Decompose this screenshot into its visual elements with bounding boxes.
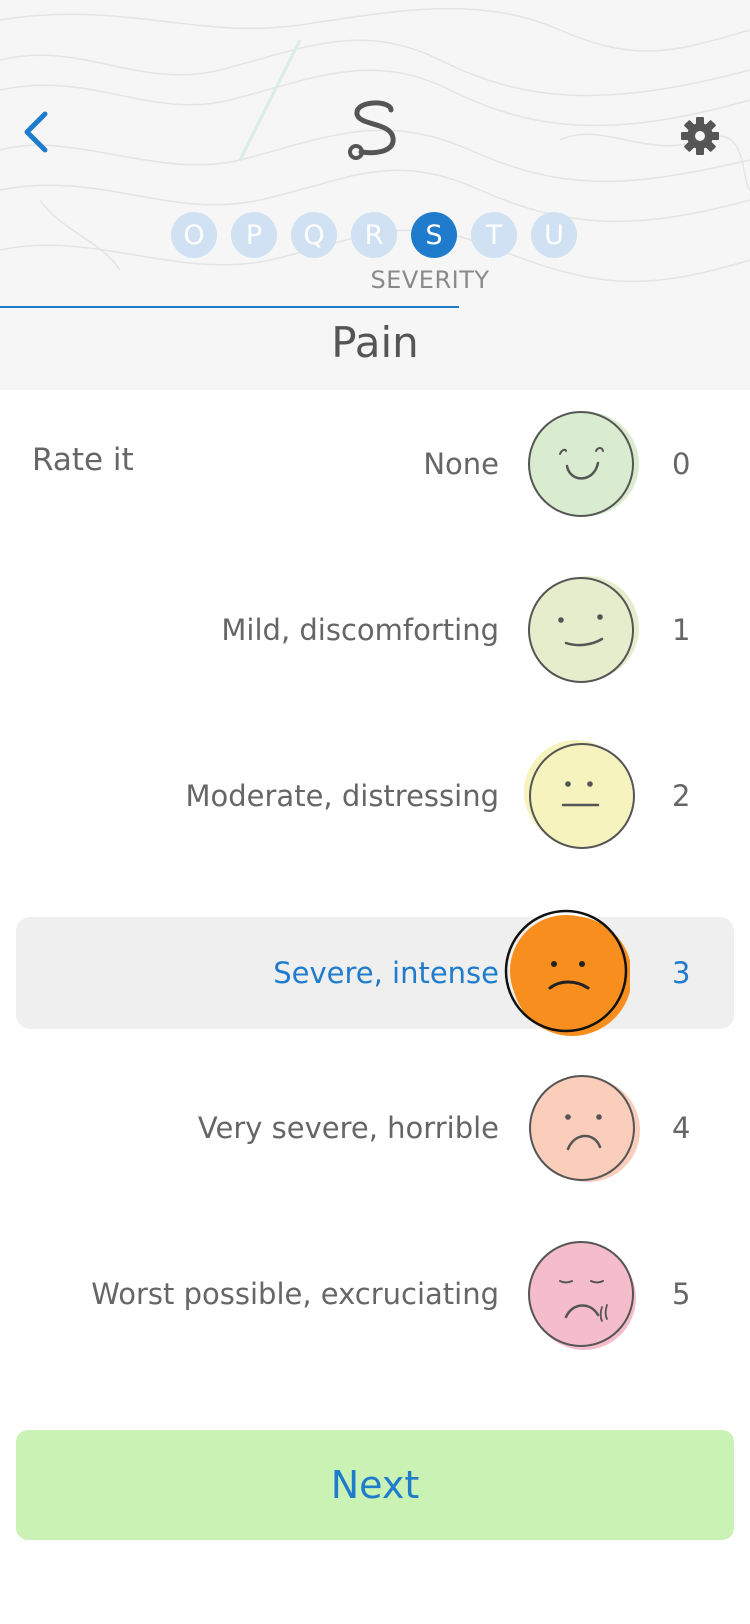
step-s[interactable]: S [411, 212, 457, 258]
rating-option-2[interactable]: Moderate, distressing 2 [16, 740, 734, 852]
frown-face-icon [504, 909, 630, 1036]
option-value: 3 [672, 956, 691, 990]
option-value: 2 [672, 779, 691, 813]
step-u[interactable]: U [531, 212, 577, 258]
step-o[interactable]: O [171, 212, 217, 258]
chevron-left-icon [24, 111, 48, 153]
step-p[interactable]: P [231, 212, 277, 258]
rating-option-0[interactable]: None 0 [16, 408, 734, 520]
sad-face-icon [529, 1075, 640, 1182]
option-label: Very severe, horrible [197, 1111, 499, 1145]
header: O P Q R S T U SEVERITY Pain [0, 0, 750, 390]
back-button[interactable] [14, 108, 58, 156]
neutral-face-icon [524, 740, 635, 849]
rating-option-5[interactable]: Worst possible, excruciating 5 [16, 1238, 734, 1350]
page-title: Pain [331, 318, 419, 367]
rating-option-1[interactable]: Mild, discomforting 1 [16, 574, 734, 686]
option-label: None [423, 447, 499, 481]
smile-face-icon [528, 411, 639, 517]
app-logo-icon [348, 100, 396, 160]
slight-smile-face-icon [528, 576, 639, 683]
option-value: 4 [672, 1111, 691, 1145]
step-q[interactable]: Q [291, 212, 337, 258]
step-label: SEVERITY [370, 266, 490, 294]
option-value: 0 [672, 447, 691, 481]
next-button[interactable]: Next [16, 1430, 734, 1540]
step-t[interactable]: T [471, 212, 517, 258]
crying-face-icon [528, 1241, 636, 1350]
option-label: Severe, intense [273, 956, 499, 990]
option-value: 5 [672, 1277, 691, 1311]
option-label: Worst possible, excruciating [91, 1277, 499, 1311]
rating-option-4[interactable]: Very severe, horrible 4 [16, 1072, 734, 1184]
option-label: Moderate, distressing [185, 779, 500, 813]
progress-line [0, 306, 459, 308]
rating-content: Rate it None 0 Mild, discomforting 1 Mod… [0, 390, 750, 1624]
settings-gear-icon[interactable] [676, 112, 724, 160]
rating-option-3[interactable]: Severe, intense 3 [16, 909, 734, 1036]
option-value: 1 [672, 613, 691, 647]
step-r[interactable]: R [351, 212, 397, 258]
step-indicator: O P Q R S T U [171, 212, 577, 258]
option-label: Mild, discomforting [221, 613, 499, 647]
